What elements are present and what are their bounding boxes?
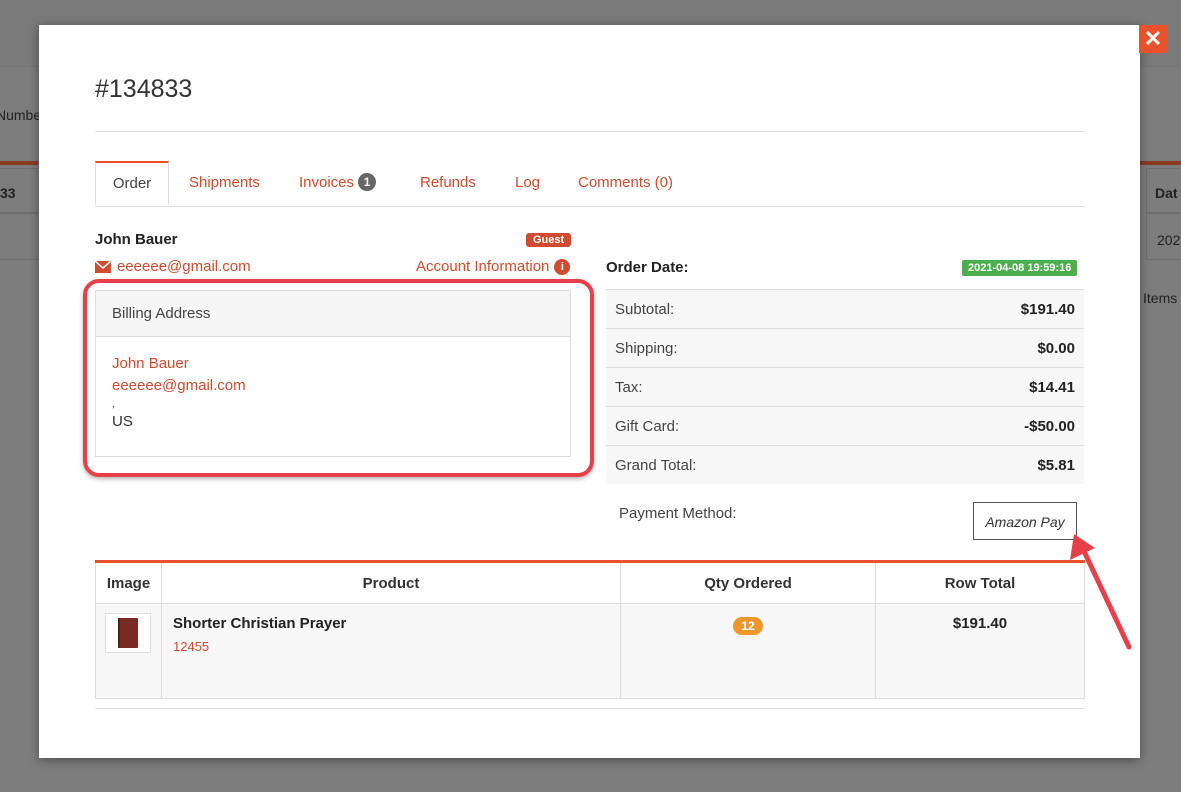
- customer-email: eeeeee@gmail.com: [117, 258, 251, 275]
- tab-invoices-label: Invoices: [299, 174, 355, 191]
- qty-badge: 12: [733, 617, 763, 635]
- background-cell-text: 33: [0, 185, 16, 201]
- background-accent-line: [0, 161, 38, 165]
- background-accent-line: [1140, 161, 1181, 165]
- shipping-label: Shipping:: [606, 328, 883, 368]
- gift-card-value: -$50.00: [882, 406, 1084, 446]
- background-items-label: Items: [1143, 290, 1178, 306]
- tab-invoices[interactable]: Invoices 1: [299, 161, 377, 205]
- order-modal: #134833 Order Shipments Invoices 1 Refund…: [39, 25, 1140, 758]
- background-cell-text: Dat: [1155, 185, 1178, 201]
- product-cell: Shorter Christian Prayer 12455: [161, 603, 621, 699]
- totals-row: Gift Card: -$50.00: [606, 406, 1084, 446]
- table-row: Shorter Christian Prayer 12455 12 $191.4…: [95, 603, 1085, 699]
- tab-log[interactable]: Log: [515, 161, 540, 205]
- tab-shipments[interactable]: Shipments: [189, 161, 260, 205]
- items-header-row: Image Product Qty Ordered Row Total: [95, 561, 1085, 604]
- totals-row: Grand Total: $5.81: [606, 445, 1084, 484]
- column-header-qty: Qty Ordered: [620, 561, 876, 604]
- account-information-label: Account Information: [416, 258, 550, 275]
- tab-comments[interactable]: Comments (0): [578, 161, 673, 205]
- grand-total-value: $5.81: [882, 445, 1084, 484]
- payment-method-value: Amazon Pay: [973, 502, 1077, 540]
- annotation-highlight-ring: [83, 279, 594, 477]
- guest-badge: Guest: [526, 233, 572, 247]
- tab-order[interactable]: Order: [95, 161, 169, 205]
- title-divider: [95, 131, 1085, 132]
- book-icon: [118, 618, 138, 648]
- background-column-label: Numbe: [0, 107, 42, 123]
- order-date-badge: 2021-04-08 19:59:16: [962, 260, 1078, 276]
- background-cell-text: 202: [1157, 232, 1181, 248]
- payment-method-label: Payment Method:: [619, 505, 737, 522]
- tab-refunds[interactable]: Refunds: [420, 161, 476, 205]
- totals-row: Tax: $14.41: [606, 367, 1084, 407]
- grand-total-label: Grand Total:: [606, 445, 883, 484]
- tax-value: $14.41: [882, 367, 1084, 407]
- row-total-value: $191.40: [875, 603, 1085, 699]
- totals-row: Shipping: $0.00: [606, 328, 1084, 368]
- totals-table: Subtotal: $191.40 Shipping: $0.00 Tax: $14.…: [606, 289, 1084, 484]
- subtotal-label: Subtotal:: [606, 289, 883, 329]
- totals-row: Subtotal: $191.40: [606, 289, 1084, 329]
- product-thumbnail[interactable]: [105, 613, 151, 653]
- info-icon: i: [554, 258, 571, 275]
- product-sku-link[interactable]: 12455: [173, 639, 619, 654]
- order-items-table: Image Product Qty Ordered Row Total Shor…: [95, 560, 1085, 699]
- close-icon: ✕: [1143, 26, 1163, 51]
- customer-name: John Bauer: [95, 231, 178, 248]
- close-button[interactable]: ✕: [1139, 25, 1167, 53]
- account-information-link[interactable]: Account Information i: [416, 258, 571, 275]
- product-image-cell: [95, 603, 162, 699]
- background-cell: [0, 212, 40, 260]
- customer-email-link[interactable]: eeeeee@gmail.com: [95, 258, 251, 275]
- shipping-value: $0.00: [882, 328, 1084, 368]
- invoice-count-badge: 1: [358, 173, 377, 191]
- tab-bar: Order Shipments Invoices 1 Refunds Log Co…: [95, 161, 1085, 207]
- qty-cell: 12: [620, 603, 876, 699]
- bottom-divider: [95, 708, 1085, 709]
- subtotal-value: $191.40: [882, 289, 1084, 329]
- order-date-label: Order Date:: [606, 259, 689, 276]
- product-name: Shorter Christian Prayer: [173, 615, 347, 632]
- column-header-row-total: Row Total: [875, 561, 1085, 604]
- column-header-product: Product: [161, 561, 621, 604]
- column-header-image: Image: [95, 561, 162, 604]
- tax-label: Tax:: [606, 367, 883, 407]
- page-title: #134833: [95, 75, 193, 103]
- gift-card-label: Gift Card:: [606, 406, 883, 446]
- mail-icon: [95, 260, 111, 273]
